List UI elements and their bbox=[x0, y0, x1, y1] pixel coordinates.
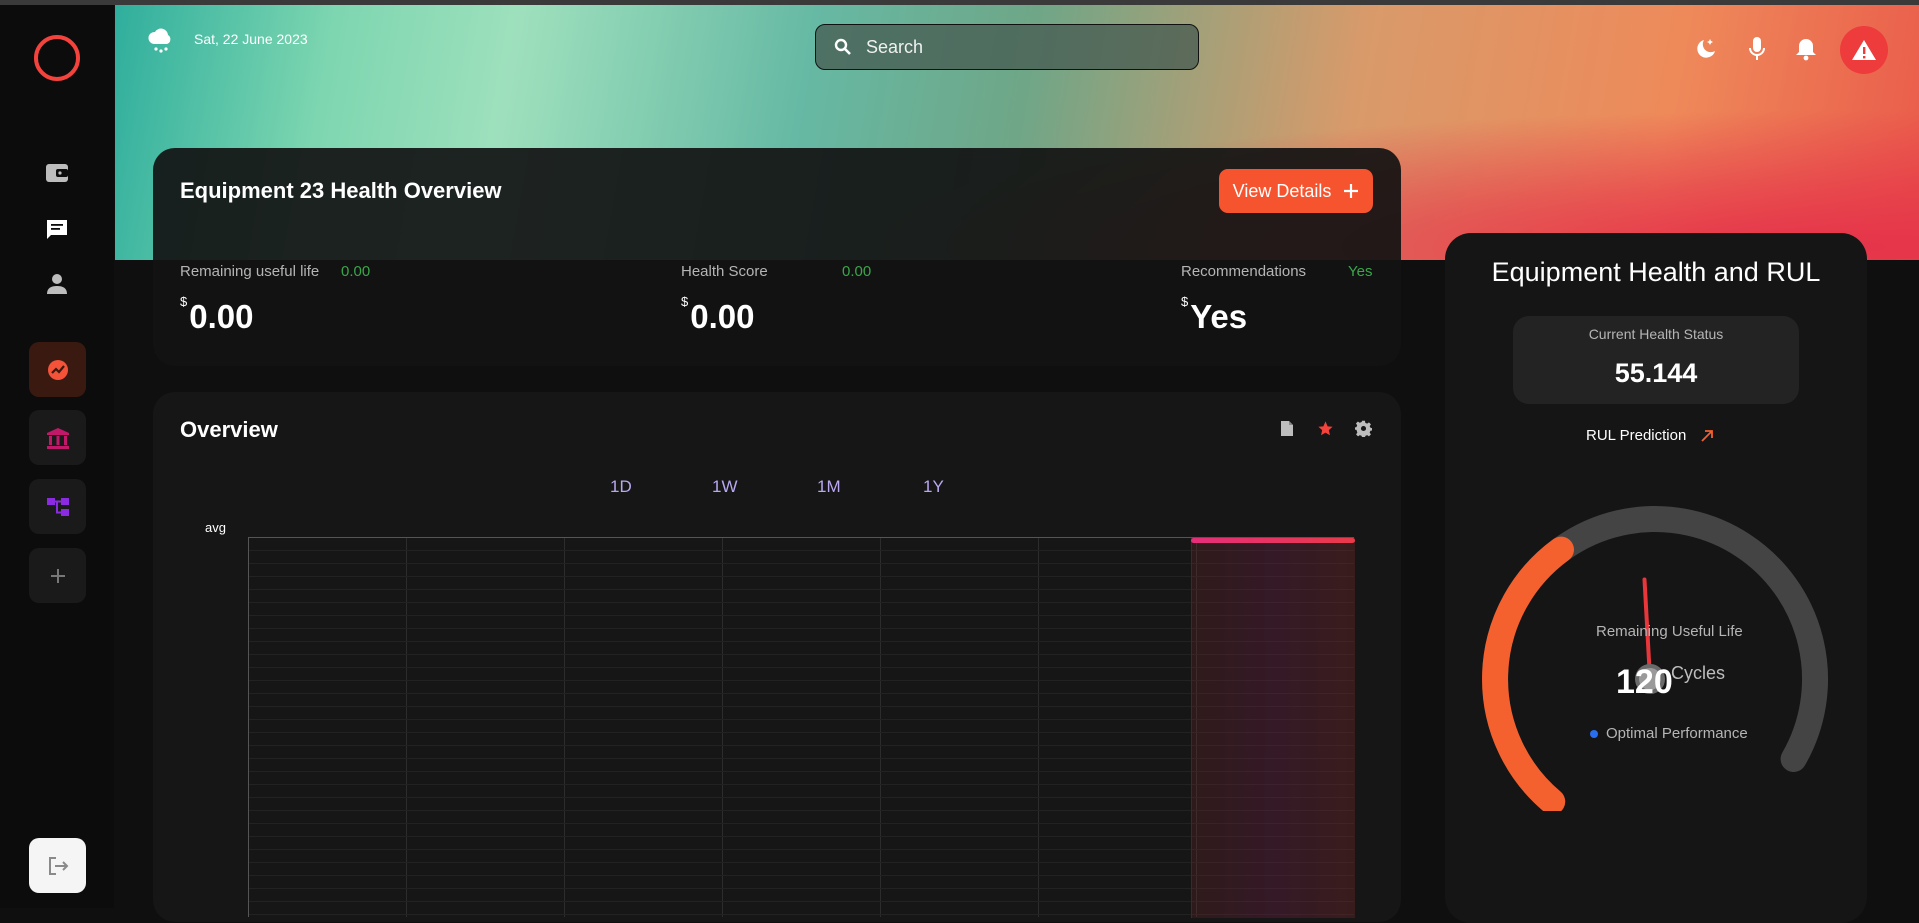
cloud-snow-icon bbox=[146, 26, 174, 59]
search-icon bbox=[834, 38, 851, 55]
gauge-unit: Cycles bbox=[1671, 663, 1726, 683]
moon-icon[interactable] bbox=[1692, 36, 1718, 62]
alert-button[interactable] bbox=[1840, 26, 1888, 74]
chart-icon bbox=[47, 359, 68, 380]
sidebar-item-hierarchy[interactable] bbox=[29, 479, 86, 534]
logout-icon bbox=[48, 856, 68, 875]
overview-chart-plot bbox=[248, 537, 1355, 918]
plus-icon bbox=[50, 568, 65, 583]
overview-title: Overview bbox=[180, 417, 278, 442]
microphone-icon[interactable] bbox=[1744, 36, 1770, 62]
view-details-label: View Details bbox=[1232, 180, 1332, 201]
add-button[interactable] bbox=[29, 548, 86, 603]
plus-icon bbox=[1344, 184, 1359, 198]
chart-highlight-region bbox=[1191, 538, 1355, 918]
metric-label-rul: Remaining useful life bbox=[180, 263, 320, 280]
metric-small-recommendations: Yes bbox=[1348, 263, 1373, 280]
range-1d-button[interactable]: 1D bbox=[610, 477, 632, 497]
user-icon[interactable] bbox=[45, 272, 69, 296]
health-overview-title: Equipment 23 Health Overview bbox=[180, 178, 502, 203]
bank-icon bbox=[46, 427, 69, 449]
health-status-box: Current Health Status 55.144 bbox=[1513, 316, 1799, 404]
metric-value-rul: $0.00 bbox=[180, 294, 254, 335]
overview-card: Overview 1D 1W 1M 1Y avg bbox=[153, 392, 1401, 922]
equipment-rul-card: Equipment Health and RUL Current Health … bbox=[1445, 233, 1867, 923]
range-1m-button[interactable]: 1M bbox=[817, 477, 841, 497]
document-icon[interactable] bbox=[1277, 418, 1297, 438]
metric-small-health-score: 0.00 bbox=[842, 263, 872, 280]
search-input[interactable] bbox=[866, 36, 1166, 58]
bell-icon[interactable] bbox=[1793, 36, 1819, 62]
gauge-status: Optimal Performance bbox=[1590, 725, 1748, 742]
gauge-status-label: Optimal Performance bbox=[1606, 725, 1748, 742]
rul-prediction-label: RUL Prediction bbox=[1586, 427, 1687, 444]
wallet-icon[interactable] bbox=[45, 161, 69, 185]
health-overview-card: Equipment 23 Health Overview View Detail… bbox=[153, 148, 1401, 366]
gauge-value: 120 bbox=[1616, 663, 1673, 701]
app-logo[interactable] bbox=[34, 35, 80, 81]
gauge-label: Remaining Useful Life bbox=[1596, 623, 1743, 640]
chart-series-line bbox=[1191, 538, 1355, 543]
chat-icon[interactable] bbox=[45, 217, 69, 241]
range-1y-button[interactable]: 1Y bbox=[923, 477, 944, 497]
rul-prediction-link[interactable]: RUL Prediction bbox=[1586, 427, 1714, 444]
status-dot bbox=[1590, 729, 1598, 738]
arrow-up-right-icon bbox=[1701, 429, 1714, 442]
health-status-label: Current Health Status bbox=[1588, 326, 1724, 342]
range-1w-button[interactable]: 1W bbox=[712, 477, 738, 497]
sidebar-item-analytics[interactable] bbox=[29, 342, 86, 397]
gauge-fill bbox=[1482, 536, 1574, 811]
rul-card-title: Equipment Health and RUL bbox=[1491, 257, 1821, 287]
metric-value-health-score: $0.00 bbox=[681, 294, 755, 335]
health-status-value: 55.144 bbox=[1614, 358, 1698, 388]
sidebar-item-bank[interactable] bbox=[29, 410, 86, 465]
hierarchy-icon bbox=[46, 497, 69, 516]
metric-label-health-score: Health Score bbox=[681, 263, 768, 280]
star-icon[interactable] bbox=[1315, 418, 1335, 438]
view-details-button[interactable]: View Details bbox=[1219, 169, 1373, 213]
search-bar[interactable] bbox=[815, 24, 1199, 70]
metric-label-recommendations: Recommendations bbox=[1181, 263, 1307, 280]
logout-button[interactable] bbox=[29, 838, 86, 893]
alert-icon bbox=[1852, 40, 1876, 60]
metric-value-recommendations: $Yes bbox=[1181, 294, 1248, 335]
sidebar bbox=[0, 5, 114, 908]
gear-icon[interactable] bbox=[1353, 418, 1373, 438]
metric-small-rul: 0.00 bbox=[341, 263, 371, 280]
rul-gauge bbox=[1482, 506, 1829, 811]
chart-y-axis-label: avg bbox=[205, 520, 226, 535]
header-date: Sat, 22 June 2023 bbox=[194, 31, 308, 47]
